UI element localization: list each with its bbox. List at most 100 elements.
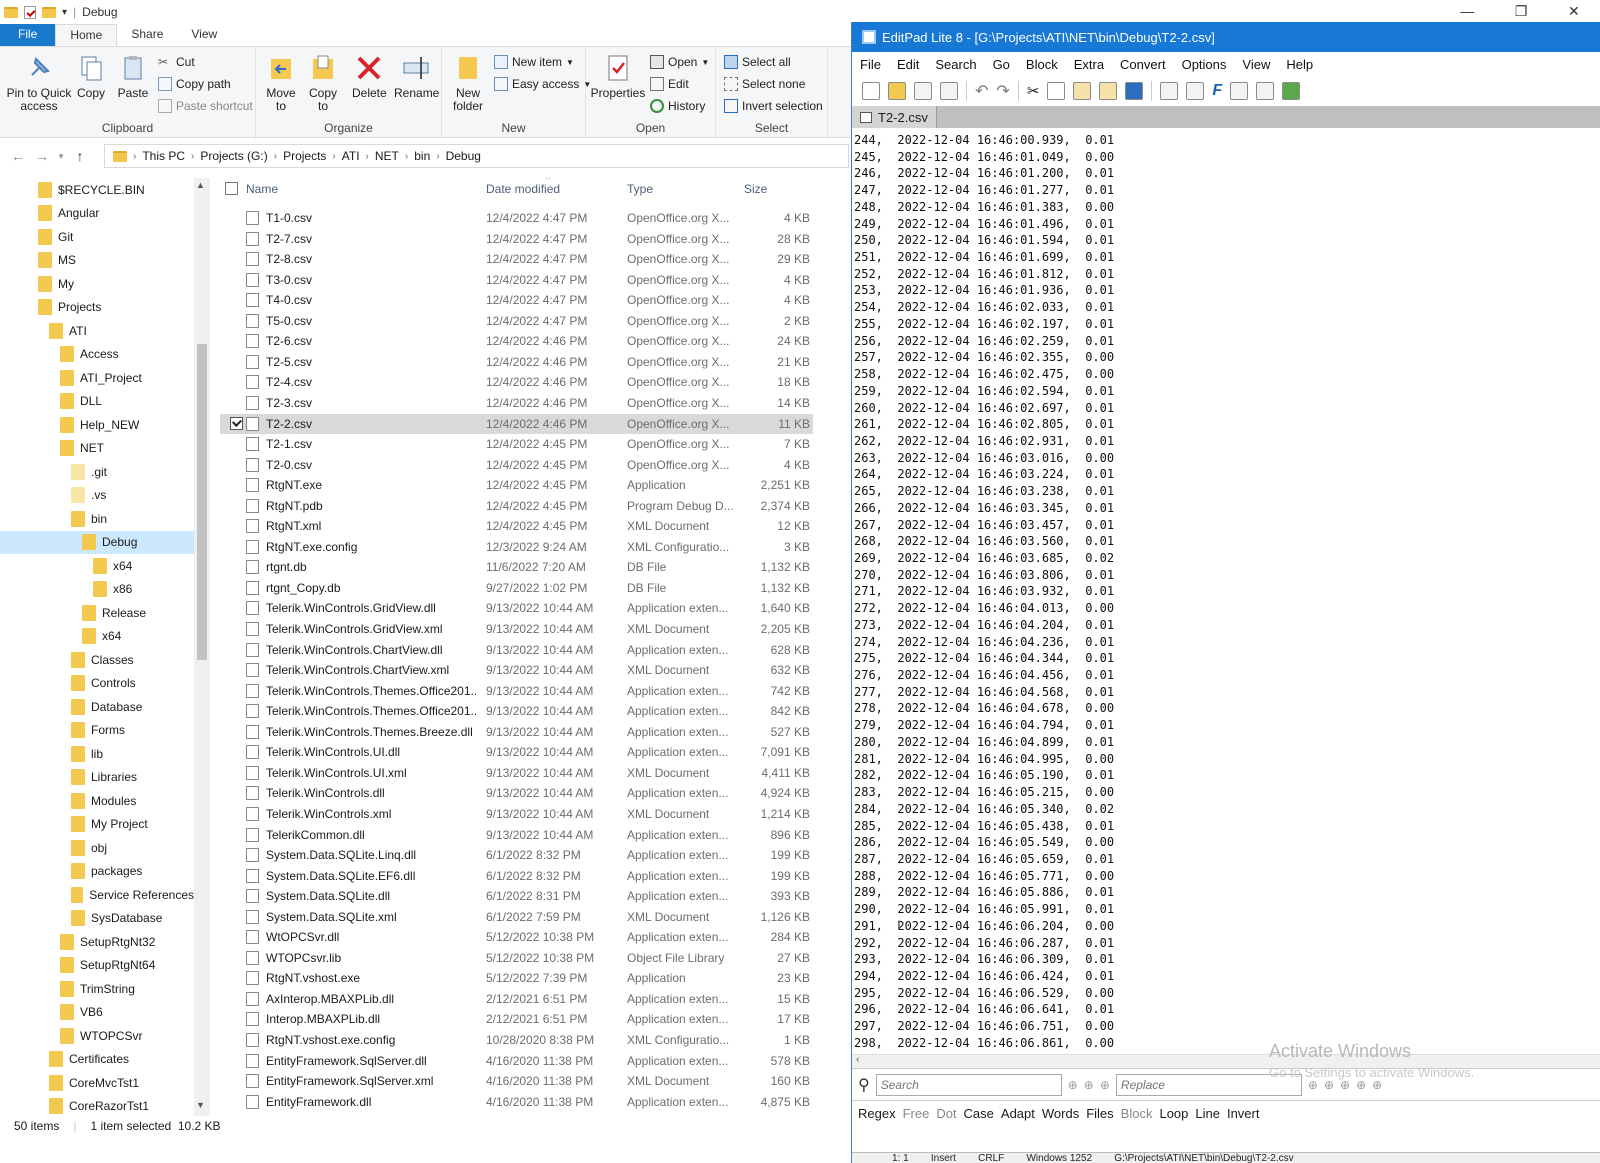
nav-item[interactable]: WTOPCSvr — [0, 1024, 194, 1047]
file-row[interactable]: System.Data.SQLite.Linq.dll 6/1/2022 8:32… — [220, 845, 813, 865]
move-to-button[interactable]: Move to — [262, 53, 300, 113]
nav-item[interactable]: Access — [0, 343, 194, 366]
nav-item[interactable]: $RECYCLE.BIN — [0, 178, 194, 201]
nav-item[interactable]: VB6 — [0, 1001, 194, 1024]
address-bar[interactable]: › This PC › Projects (G:) › Projects › ATI ›… — [104, 144, 849, 168]
file-row[interactable]: Telerik.WinControls.UI.xml 9/13/2022 10:4… — [220, 763, 813, 783]
menu-go[interactable]: Go — [985, 57, 1018, 72]
column-size[interactable]: Size — [744, 182, 767, 196]
file-row[interactable]: System.Data.SQLite.dll 6/1/2022 8:31 PM Ap… — [220, 886, 813, 906]
nav-item[interactable]: Service References — [0, 883, 194, 906]
file-row[interactable]: Interop.MBAXPLib.dll 2/12/2021 6:51 PM App… — [220, 1009, 813, 1029]
nav-item[interactable]: lib — [0, 742, 194, 765]
search-option-case[interactable]: Case — [964, 1106, 994, 1121]
file-row[interactable]: EntityFramework.SqlServer.dll 4/16/2020 1… — [220, 1051, 813, 1071]
file-row[interactable]: EntityFramework.SqlServer.xml 4/16/2020 1… — [220, 1071, 813, 1091]
rename-button[interactable]: Rename — [394, 53, 439, 100]
nav-item[interactable]: .git — [0, 460, 194, 483]
file-row[interactable]: AxInterop.MBAXPLib.dll 2/12/2021 6:51 PM A… — [220, 989, 813, 1009]
select-none-button[interactable]: Select none — [724, 77, 805, 91]
nav-item[interactable]: Angular — [0, 202, 194, 225]
copy-icon[interactable] — [1047, 82, 1066, 100]
nav-item[interactable]: obj — [0, 836, 194, 859]
column-name[interactable]: Name — [246, 182, 278, 196]
file-row[interactable]: T2-3.csv 12/4/2022 4:46 PM OpenOffice.org … — [220, 393, 813, 413]
paste-shortcut-button[interactable]: Paste shortcut — [158, 99, 253, 113]
file-row[interactable]: RtgNT.pdb 12/4/2022 4:45 PM Program Debug … — [220, 496, 813, 516]
file-row[interactable]: RtgNT.xml 12/4/2022 4:45 PM XML Document 12… — [220, 516, 813, 536]
delete-button[interactable]: Delete — [352, 53, 387, 100]
nav-item[interactable]: SetupRtgNt32 — [0, 930, 194, 953]
search-option-adapt[interactable]: Adapt — [1001, 1106, 1035, 1121]
file-row[interactable]: T1-0.csv 12/4/2022 4:47 PM OpenOffice.org … — [220, 208, 813, 228]
nav-item[interactable]: ATI_Project — [0, 366, 194, 389]
search-option-invert[interactable]: Invert — [1227, 1106, 1260, 1121]
nav-item[interactable]: CoreRazorTst1 — [0, 1095, 194, 1117]
file-row[interactable]: T2-7.csv 12/4/2022 4:47 PM OpenOffice.org … — [220, 229, 813, 249]
copy-button[interactable]: Copy — [76, 53, 106, 100]
nav-item[interactable]: DLL — [0, 390, 194, 413]
block-icon[interactable] — [1125, 82, 1144, 100]
nav-item[interactable]: Certificates — [0, 1048, 194, 1071]
search-input[interactable] — [875, 1073, 1062, 1096]
nav-item[interactable]: Libraries — [0, 766, 194, 789]
navigation-scrollbar-thumb[interactable] — [197, 344, 207, 660]
file-row[interactable]: RtgNT.exe.config 12/3/2022 9:24 AM XML Con… — [220, 537, 813, 557]
nav-item[interactable]: Database — [0, 695, 194, 718]
save-all-icon[interactable] — [940, 82, 958, 100]
file-row[interactable]: T2-1.csv 12/4/2022 4:45 PM OpenOffice.org … — [220, 434, 813, 454]
file-row[interactable]: System.Data.SQLite.EF6.dll 6/1/2022 8:32 … — [220, 866, 813, 886]
menu-extra[interactable]: Extra — [1066, 57, 1112, 72]
edit-button[interactable]: Edit — [650, 77, 689, 91]
row-checkbox[interactable] — [230, 416, 243, 430]
file-row[interactable]: EntityFramework.dll 4/16/2020 11:38 PM App… — [220, 1092, 813, 1112]
scroll-left-arrow-icon[interactable]: ‹ — [856, 1054, 859, 1065]
file-row[interactable]: T2-5.csv 12/4/2022 4:46 PM OpenOffice.org … — [220, 352, 813, 372]
menu-search[interactable]: Search — [927, 57, 984, 72]
cut-icon[interactable]: ✂ — [1027, 82, 1040, 100]
nav-item[interactable]: x86 — [0, 578, 194, 601]
open-file-icon[interactable] — [888, 82, 906, 100]
file-row[interactable]: Telerik.WinControls.GridView.dll 9/13/202… — [220, 598, 813, 618]
nav-item[interactable]: SetupRtgNt64 — [0, 954, 194, 977]
column-type[interactable]: Type — [627, 182, 653, 196]
table-icon[interactable] — [1160, 82, 1179, 100]
file-row[interactable]: Telerik.WinControls.Themes.Office201... 9… — [220, 701, 813, 721]
file-row[interactable]: Telerik.WinControls.xml 9/13/2022 10:44 A… — [220, 804, 813, 824]
file-row[interactable]: RtgNT.vshost.exe 5/12/2022 7:39 PM Applica… — [220, 968, 813, 988]
file-tab[interactable]: T2-2.csv — [852, 106, 937, 128]
search-option-block[interactable]: Block — [1121, 1106, 1153, 1121]
nav-item[interactable]: Git — [0, 225, 194, 248]
search-option-loop[interactable]: Loop — [1159, 1106, 1188, 1121]
easy-access-button[interactable]: Easy access ▼ — [494, 77, 591, 91]
font-icon[interactable]: F — [1212, 82, 1222, 100]
save-icon[interactable] — [914, 82, 932, 100]
file-row[interactable]: RtgNT.exe 12/4/2022 4:45 PM Application 2,2… — [220, 475, 813, 495]
minimize-icon[interactable]: — — [1460, 3, 1474, 19]
file-row[interactable]: T5-0.csv 12/4/2022 4:47 PM OpenOffice.org … — [220, 311, 813, 331]
nav-item[interactable]: Help_NEW — [0, 413, 194, 436]
nav-item[interactable]: x64 — [0, 554, 194, 577]
new-folder-button[interactable]: New folder — [448, 53, 488, 113]
nav-item[interactable]: CoreMvcTst1 — [0, 1071, 194, 1094]
file-row[interactable]: Telerik.WinControls.UI.dll 9/13/2022 10:4… — [220, 742, 813, 762]
green-macro-icon[interactable] — [1282, 82, 1301, 100]
nav-item[interactable]: bin — [0, 507, 194, 530]
close-icon[interactable]: ✕ — [1568, 3, 1580, 20]
nav-item[interactable]: ATI — [0, 319, 194, 342]
pin-quick-access-button[interactable]: Pin to Quick access — [4, 53, 74, 113]
file-row[interactable]: Telerik.WinControls.Themes.Office201... 9… — [220, 681, 813, 701]
tab-file[interactable]: File — [0, 24, 56, 46]
menu-view[interactable]: View — [1234, 57, 1278, 72]
copy-path-button[interactable]: Copy path — [158, 77, 231, 91]
nav-item[interactable]: .vs — [0, 484, 194, 507]
search-option-files[interactable]: Files — [1086, 1106, 1113, 1121]
open-button[interactable]: Open ▼ — [650, 55, 709, 69]
new-file-icon[interactable] — [862, 82, 880, 100]
invert-selection-button[interactable]: Invert selection — [724, 99, 823, 113]
scroll-up-arrow-icon[interactable]: ▲ — [196, 180, 205, 190]
editor-text-area[interactable]: 244, 2022-12-04 16:46:00.939, 0.01 245, 2… — [852, 132, 1600, 1054]
clip-collection-icon[interactable] — [1256, 82, 1275, 100]
nav-item[interactable]: Modules — [0, 789, 194, 812]
breadcrumb-net[interactable]: NET — [375, 149, 399, 163]
